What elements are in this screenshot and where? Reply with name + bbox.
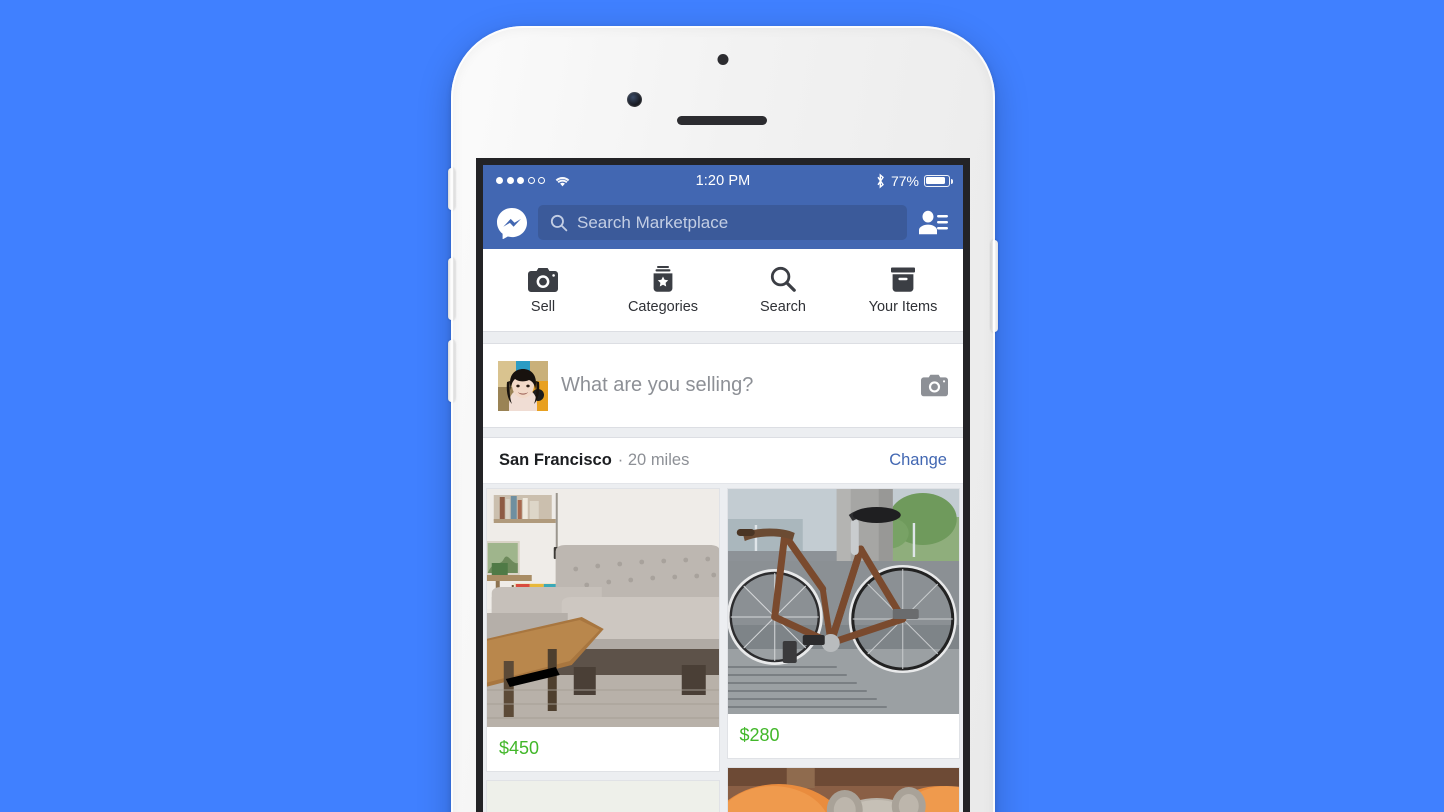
camera-icon: [528, 266, 558, 292]
volume-up-button[interactable]: [448, 258, 455, 320]
friend-requests-icon[interactable]: [917, 208, 950, 238]
bluetooth-icon: [877, 172, 884, 189]
composer-placeholder-label: What are you selling?: [561, 374, 754, 396]
change-location-link[interactable]: Change: [889, 451, 947, 470]
listing-card[interactable]: [726, 767, 960, 812]
marketplace-nav-tabs: Sell Categories Search Your Items: [483, 249, 963, 332]
power-button[interactable]: [991, 240, 998, 332]
nav-tab-your-items[interactable]: Your Items: [843, 249, 963, 331]
feed-column-left: $450: [486, 488, 720, 812]
categories-box-star-icon: [650, 265, 676, 292]
phone-screen: 1:20 PM 77% Search Marketplace Sell Cate…: [483, 165, 963, 812]
search-input[interactable]: Search Marketplace: [538, 205, 907, 240]
status-bar: 1:20 PM 77%: [483, 165, 963, 196]
camera-icon[interactable]: [921, 374, 948, 397]
location-city-label: San Francisco: [499, 451, 612, 469]
nav-tab-label: Your Items: [868, 298, 938, 315]
battery-percent-label: 77%: [890, 172, 919, 189]
app-search-header: Search Marketplace: [483, 196, 963, 249]
listing-price: $280: [739, 725, 780, 745]
listing-card[interactable]: [486, 780, 720, 812]
listing-photo-sofa: [487, 489, 719, 727]
nav-tab-label: Search: [760, 298, 806, 315]
nav-tab-label: Sell: [530, 298, 556, 315]
search-placeholder-label: Search Marketplace: [577, 212, 729, 232]
section-divider: [483, 428, 963, 438]
nav-tab-categories[interactable]: Categories: [603, 249, 723, 331]
silent-switch-button[interactable]: [448, 168, 455, 210]
listing-photo-bicycle: [727, 489, 959, 714]
archive-box-icon: [890, 266, 916, 292]
listing-photo-bowls: [487, 781, 719, 812]
location-bar: San Francisco · 20 miles Change: [483, 438, 963, 484]
listing-photo-teddy-bears: [727, 768, 959, 812]
magnifier-icon: [770, 266, 796, 292]
wifi-icon: [555, 177, 570, 187]
nav-tab-search[interactable]: Search: [723, 249, 843, 331]
search-icon: [550, 214, 568, 231]
listing-card[interactable]: $280: [726, 488, 960, 759]
cellular-signal-icon: [496, 177, 545, 184]
marketplace-listing-feed: $450 $280: [483, 484, 963, 812]
section-divider: [483, 332, 963, 344]
volume-down-button[interactable]: [448, 340, 455, 402]
feed-column-right: $280: [726, 488, 960, 812]
sell-composer-row[interactable]: What are you selling?: [483, 344, 963, 428]
proximity-sensor-icon: [717, 54, 729, 65]
nav-tab-sell[interactable]: Sell: [483, 249, 603, 331]
phone-device-frame: 1:20 PM 77% Search Marketplace Sell Cate…: [448, 26, 998, 812]
nav-tab-label: Categories: [627, 298, 699, 315]
earpiece-speaker-icon: [677, 116, 767, 125]
location-radius-label: · 20 miles: [617, 451, 690, 469]
listing-price: $450: [499, 738, 540, 758]
battery-icon: [924, 174, 954, 187]
messenger-icon[interactable]: [496, 207, 528, 239]
front-camera-icon: [627, 92, 642, 107]
user-avatar[interactable]: [498, 360, 548, 411]
listing-card[interactable]: $450: [486, 488, 720, 772]
